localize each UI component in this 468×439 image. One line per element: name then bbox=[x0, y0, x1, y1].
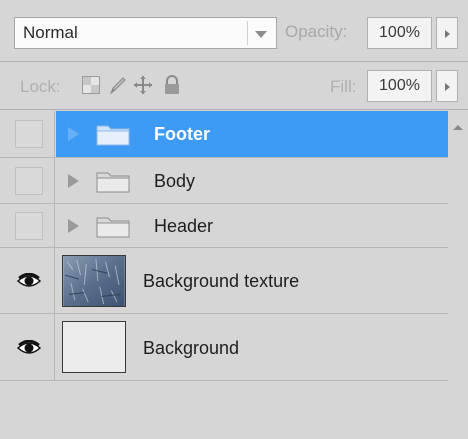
expand-arrow-icon[interactable] bbox=[68, 127, 79, 141]
chevron-down-icon bbox=[255, 31, 267, 38]
expand-arrow-icon[interactable] bbox=[68, 174, 79, 188]
lock-label: Lock: bbox=[20, 77, 61, 96]
visibility-cell[interactable] bbox=[0, 204, 55, 247]
layers-panel: Normal Opacity: 100% Lock: Fill: 100% Fo… bbox=[0, 0, 468, 439]
arrow-right-icon bbox=[445, 83, 450, 91]
layer-row-background-texture[interactable]: Background texture bbox=[0, 248, 448, 314]
layers-list: Footer Body Header Background texture Ba… bbox=[0, 111, 448, 439]
layer-content[interactable]: Body bbox=[56, 158, 448, 203]
visibility-cell[interactable] bbox=[0, 158, 55, 203]
expand-arrow-icon[interactable] bbox=[68, 219, 79, 233]
folder-icon bbox=[96, 125, 130, 146]
dropdown-separator bbox=[247, 21, 248, 45]
opacity-slider-button[interactable] bbox=[436, 17, 458, 49]
fill-slider-button[interactable] bbox=[436, 70, 458, 102]
layer-content[interactable]: Background bbox=[56, 314, 448, 380]
layer-content[interactable]: Header bbox=[56, 204, 448, 247]
visibility-toggle[interactable] bbox=[15, 212, 43, 240]
layer-content[interactable]: Background texture bbox=[56, 248, 448, 313]
blend-mode-value: Normal bbox=[23, 23, 78, 42]
opacity-label: Opacity: bbox=[285, 22, 348, 41]
blend-mode-dropdown[interactable]: Normal bbox=[14, 17, 277, 49]
scroll-up-arrow-icon[interactable] bbox=[453, 125, 463, 130]
layer-name: Footer bbox=[154, 124, 210, 144]
visibility-cell[interactable] bbox=[0, 314, 55, 380]
layer-row-footer[interactable]: Footer bbox=[0, 111, 448, 158]
layer-row-background[interactable]: Background bbox=[0, 314, 448, 381]
layer-name: Background bbox=[143, 338, 240, 358]
visibility-toggle[interactable] bbox=[15, 167, 43, 195]
layer-row-header[interactable]: Header bbox=[0, 204, 448, 248]
layer-name: Body bbox=[154, 171, 196, 191]
lock-transparent-pixels-icon[interactable] bbox=[81, 75, 101, 95]
arrow-right-icon bbox=[445, 30, 450, 38]
layer-thumbnail-blank bbox=[62, 321, 126, 373]
lock-all-icon[interactable] bbox=[162, 75, 182, 95]
folder-icon bbox=[96, 172, 130, 193]
eye-icon[interactable] bbox=[17, 273, 41, 289]
layer-name: Header bbox=[154, 216, 214, 236]
visibility-toggle[interactable] bbox=[15, 120, 43, 148]
folder-icon bbox=[96, 217, 130, 238]
fill-field[interactable]: 100% bbox=[367, 70, 432, 102]
lock-bar: Lock: Fill: 100% bbox=[0, 62, 468, 110]
lock-position-icon[interactable] bbox=[133, 75, 153, 95]
layer-thumbnail-texture bbox=[62, 255, 126, 307]
layers-scrollbar[interactable] bbox=[448, 111, 468, 439]
blend-options-bar: Normal Opacity: 100% bbox=[0, 0, 468, 62]
opacity-field[interactable]: 100% bbox=[367, 17, 432, 49]
visibility-cell[interactable] bbox=[0, 111, 55, 157]
eye-icon[interactable] bbox=[17, 340, 41, 356]
layer-content[interactable]: Footer bbox=[56, 111, 448, 157]
lock-image-pixels-icon[interactable] bbox=[108, 75, 128, 95]
layer-row-body[interactable]: Body bbox=[0, 158, 448, 204]
visibility-cell[interactable] bbox=[0, 248, 55, 313]
layer-name: Background texture bbox=[143, 271, 300, 291]
fill-label: Fill: bbox=[330, 77, 357, 96]
